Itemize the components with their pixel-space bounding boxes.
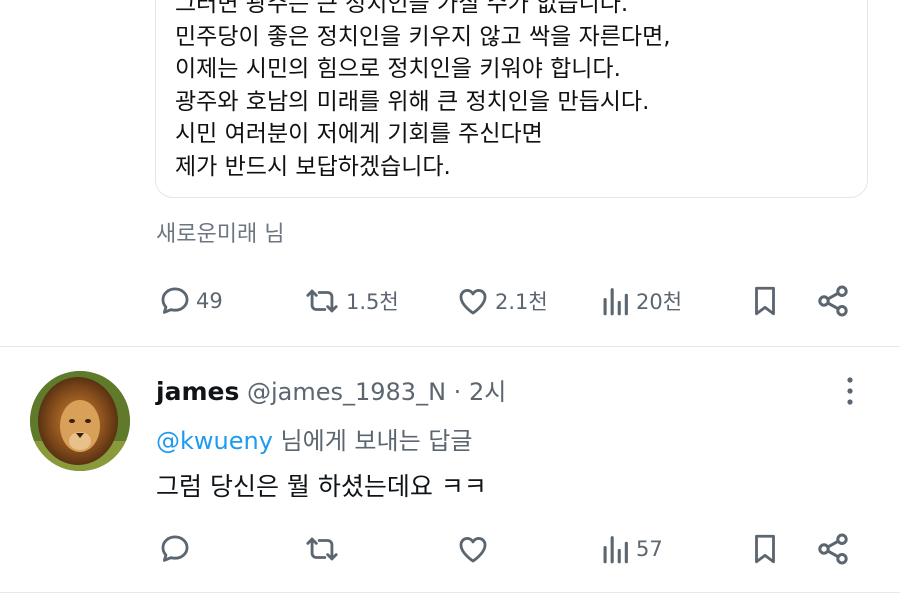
repost-icon	[306, 537, 338, 561]
more-options-button[interactable]	[838, 375, 862, 409]
author-name[interactable]: james	[156, 377, 239, 406]
avatar[interactable]	[30, 371, 130, 471]
quoted-line: 시민 여러분이 저에게 기회를 주신다면	[175, 121, 543, 147]
bookmark-button[interactable]	[748, 529, 782, 569]
bookmark-icon	[755, 534, 775, 564]
quoted-line: 이제는 시민의 힘으로 정치인을 키워야 합니다.	[175, 56, 621, 82]
share-button[interactable]	[815, 529, 851, 569]
bookmark-icon	[755, 286, 775, 316]
quoted-post-text: 그러면 광주는 큰 정치인을 가질 수가 없습니다. 민주당이 좋은 정치인을 …	[175, 0, 671, 183]
repost-button[interactable]	[302, 529, 342, 569]
share-icon	[818, 533, 848, 565]
share-icon	[818, 285, 848, 317]
replying-to: @kwueny 님에게 보내는 답글	[156, 421, 472, 456]
more-vertical-icon	[847, 377, 853, 405]
like-button[interactable]	[455, 529, 491, 569]
views-bar-icon	[603, 288, 628, 316]
post-time[interactable]: 2시	[469, 378, 506, 406]
views-button[interactable]: 20천	[598, 281, 682, 321]
reply-action-bar: 57	[0, 529, 900, 569]
reply-count: 49	[196, 289, 223, 313]
lion-avatar-image	[30, 371, 130, 471]
like-count: 2.1천	[495, 290, 548, 314]
repost-icon	[306, 289, 338, 313]
like-button[interactable]: 2.1천	[455, 281, 548, 321]
post-divider	[0, 346, 900, 347]
bookmark-button[interactable]	[748, 281, 782, 321]
heart-icon	[459, 537, 487, 563]
quoted-line: 광주와 호남의 미래를 위해 큰 정치인을 만듭시다.	[175, 88, 650, 115]
repost-button[interactable]: 1.5천	[302, 281, 399, 321]
views-bar-icon	[603, 536, 628, 564]
reply-bubble-icon	[161, 287, 189, 314]
main-post-action-bar: 49 1.5천 2.1천 20천	[0, 281, 900, 321]
heart-icon	[459, 289, 487, 315]
replying-to-mention[interactable]: @kwueny	[156, 427, 273, 455]
reply-text: 그럼 당신은 뭘 하셨는데요 ㅋㅋ	[156, 472, 487, 501]
reply-bubble-icon	[161, 535, 189, 562]
author-handle[interactable]: @james_1983_N	[247, 378, 446, 406]
views-count: 57	[636, 537, 663, 561]
reply-button[interactable]: 49	[158, 281, 223, 321]
reply-button[interactable]	[158, 529, 192, 569]
quoted-line: 그러면 광주는 큰 정치인을 가질 수가 없습니다.	[175, 0, 629, 17]
replying-to-suffix: 님에게 보내는 답글	[272, 427, 473, 455]
bottom-divider	[0, 592, 900, 593]
quoted-line: 제가 반드시 보답하겠습니다.	[175, 153, 451, 180]
separator-dot: ·	[453, 378, 462, 406]
repost-count: 1.5천	[346, 290, 399, 314]
quoted-line: 민주당이 좋은 정치인을 키우지 않고 싹을 자른다면,	[175, 23, 671, 50]
views-button[interactable]: 57	[598, 529, 663, 569]
reply-header: james @james_1983_N · 2시	[156, 372, 506, 407]
views-count: 20천	[636, 290, 683, 314]
quoted-post-source[interactable]: 새로운미래 님	[156, 216, 284, 248]
share-button[interactable]	[815, 281, 851, 321]
